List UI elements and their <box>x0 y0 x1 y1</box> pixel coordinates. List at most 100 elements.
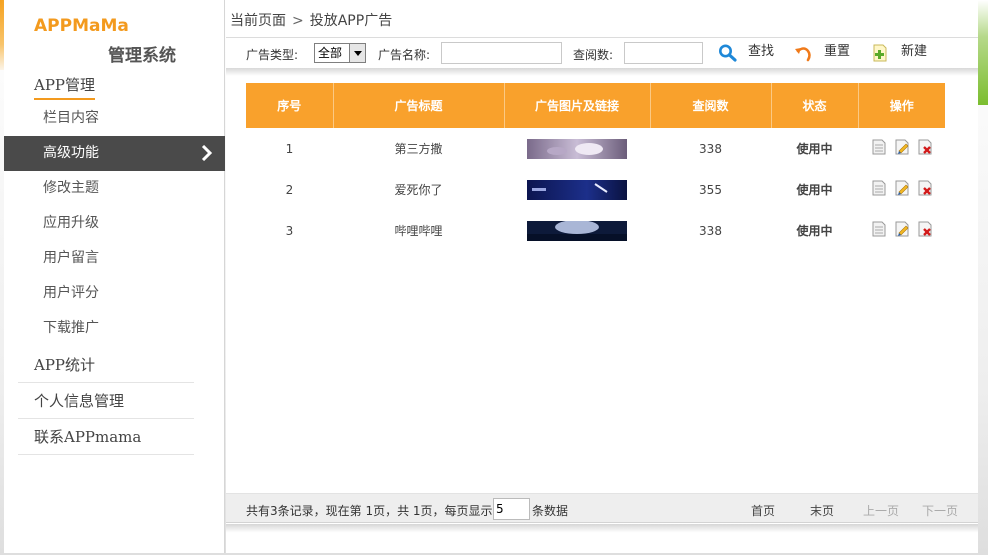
edit-icon[interactable] <box>894 139 910 155</box>
delete-icon[interactable] <box>917 180 933 196</box>
pagination-summary: 共有3条记录，现在第 1页，共 1页，每页显示 <box>246 504 493 518</box>
ad-name-input[interactable] <box>441 42 562 64</box>
view-document-icon[interactable] <box>871 221 887 237</box>
column-header-no[interactable]: 序号 <box>246 83 334 128</box>
breadcrumb-current-label: 当前页面 <box>230 13 286 29</box>
dropdown-arrow-icon[interactable] <box>349 44 365 62</box>
ad-thumbnail-image[interactable] <box>527 220 627 241</box>
sidebar-item-label: 栏目内容 <box>43 110 99 126</box>
ad-name-label: 广告名称: <box>378 48 431 62</box>
search-button[interactable]: 查找 <box>718 42 778 64</box>
row-title: 爱死你了 <box>394 183 443 197</box>
page-size-input[interactable] <box>493 498 530 520</box>
reset-button[interactable]: 重置 <box>794 42 854 64</box>
pagination-suffix: 条数据 <box>532 504 569 518</box>
table-header-row: 序号 广告标题 广告图片及链接 查阅数 状态 操作 <box>246 83 945 128</box>
row-views: 355 <box>699 182 722 197</box>
add-document-icon <box>873 44 887 62</box>
brand-subtitle: 管理系统 <box>108 46 176 66</box>
sidebar-item-user-ratings[interactable]: 用户评分 <box>4 276 225 311</box>
brand-logo: APPMaMa <box>34 16 129 36</box>
nav-group-app-management[interactable]: APP管理 <box>18 74 194 100</box>
column-header-views[interactable]: 查阅数 <box>650 83 772 128</box>
status-badge: 使用中 <box>796 224 833 238</box>
sidebar-item-download-promotion[interactable]: 下载推广 <box>4 311 225 346</box>
ads-table: 序号 广告标题 广告图片及链接 查阅数 状态 操作 1 第三方撒 338 使用中… <box>246 83 945 251</box>
ad-type-label: 广告类型: <box>246 48 299 62</box>
row-title: 哔哩哔哩 <box>394 224 443 238</box>
table-row: 2 爱死你了 355 使用中 <box>246 169 945 210</box>
edit-icon[interactable] <box>894 180 910 196</box>
main-panel: 当前页面 > 投放APP广告 广告类型: 全部 广告名称: 查阅数: 查找 重置 <box>226 0 978 553</box>
breadcrumb: 当前页面 > 投放APP广告 <box>230 10 392 30</box>
reset-button-label: 重置 <box>824 44 851 59</box>
delete-icon[interactable] <box>917 139 933 155</box>
column-header-status[interactable]: 状态 <box>771 83 859 128</box>
nav-group-label: 联系APPmama <box>34 428 142 446</box>
nav-group-label: APP统计 <box>34 356 96 374</box>
row-views: 338 <box>699 141 722 156</box>
sidebar-item-label: 应用升级 <box>43 215 99 231</box>
search-toolbar: 广告类型: 全部 广告名称: 查阅数: 查找 重置 新建 <box>226 38 978 68</box>
sidebar-item-label: 下载推广 <box>43 320 99 336</box>
sidebar-item-label: 用户评分 <box>43 285 99 301</box>
edit-icon[interactable] <box>894 221 910 237</box>
column-header-actions[interactable]: 操作 <box>858 83 945 128</box>
row-actions <box>858 169 945 210</box>
table-row: 3 哔哩哔哩 338 使用中 <box>246 210 945 251</box>
view-document-icon[interactable] <box>871 139 887 155</box>
sidebar-item-user-messages[interactable]: 用户留言 <box>4 241 225 276</box>
delete-icon[interactable] <box>917 221 933 237</box>
breadcrumb-page: 投放APP广告 <box>309 13 393 29</box>
prev-page-link[interactable]: 上一页 <box>863 502 899 519</box>
next-page-link[interactable]: 下一页 <box>922 502 958 519</box>
nav-group-label: 个人信息管理 <box>34 392 125 410</box>
row-number: 2 <box>285 182 294 197</box>
chevron-right-icon <box>201 145 213 161</box>
status-badge: 使用中 <box>796 142 833 156</box>
column-header-title[interactable]: 广告标题 <box>333 83 505 128</box>
sidebar-item-label: 用户留言 <box>43 250 99 266</box>
pagination-bar: 共有3条记录，现在第 1页，共 1页，每页显示 条数据 首页 末页 上一页 下一… <box>226 493 978 523</box>
footer-shadow <box>226 524 978 553</box>
row-views: 338 <box>699 223 722 238</box>
toolbar-shadow <box>226 68 978 76</box>
sidebar-item-app-upgrade[interactable]: 应用升级 <box>4 206 225 241</box>
row-image-cell <box>504 210 650 251</box>
undo-icon <box>795 47 811 62</box>
column-header-image[interactable]: 广告图片及链接 <box>504 83 651 128</box>
last-page-link[interactable]: 末页 <box>810 502 834 519</box>
search-icon <box>719 44 737 62</box>
nav-group-label: APP管理 <box>34 74 96 100</box>
search-button-label: 查找 <box>748 44 775 59</box>
view-document-icon[interactable] <box>871 180 887 196</box>
row-image-cell <box>504 128 650 169</box>
sidebar-item-modify-theme[interactable]: 修改主题 <box>4 171 225 206</box>
nav-group-personal-info[interactable]: 个人信息管理 <box>18 390 194 419</box>
ad-type-value: 全部 <box>318 46 343 60</box>
status-badge: 使用中 <box>796 183 833 197</box>
sidebar-item-advanced-features[interactable]: 高级功能 <box>4 136 225 171</box>
row-image-cell <box>504 169 650 210</box>
ad-thumbnail-image[interactable] <box>527 138 627 159</box>
first-page-link[interactable]: 首页 <box>751 502 775 519</box>
row-number: 1 <box>285 141 294 156</box>
views-input[interactable] <box>624 42 703 64</box>
sidebar-item-label: 高级功能 <box>43 145 99 161</box>
views-label: 查阅数: <box>573 48 614 62</box>
table-row: 1 第三方撒 338 使用中 <box>246 128 945 169</box>
nav-group-contact[interactable]: 联系APPmama <box>18 426 194 455</box>
ad-thumbnail-image[interactable] <box>527 179 627 200</box>
row-actions <box>858 210 945 251</box>
new-button-label: 新建 <box>901 44 928 59</box>
ad-type-select[interactable]: 全部 <box>314 43 366 63</box>
breadcrumb-separator-icon: > <box>292 13 304 29</box>
row-number: 3 <box>285 223 294 238</box>
sidebar: APPMaMa 管理系统 APP管理 栏目内容 高级功能 修改主题 应用升级 用… <box>4 0 225 553</box>
sidebar-item-column-content[interactable]: 栏目内容 <box>4 101 225 136</box>
row-actions <box>858 128 945 169</box>
sidebar-item-label: 修改主题 <box>43 180 99 196</box>
row-title: 第三方撒 <box>394 142 443 156</box>
nav-group-app-statistics[interactable]: APP统计 <box>18 354 194 383</box>
new-button[interactable]: 新建 <box>871 42 931 64</box>
